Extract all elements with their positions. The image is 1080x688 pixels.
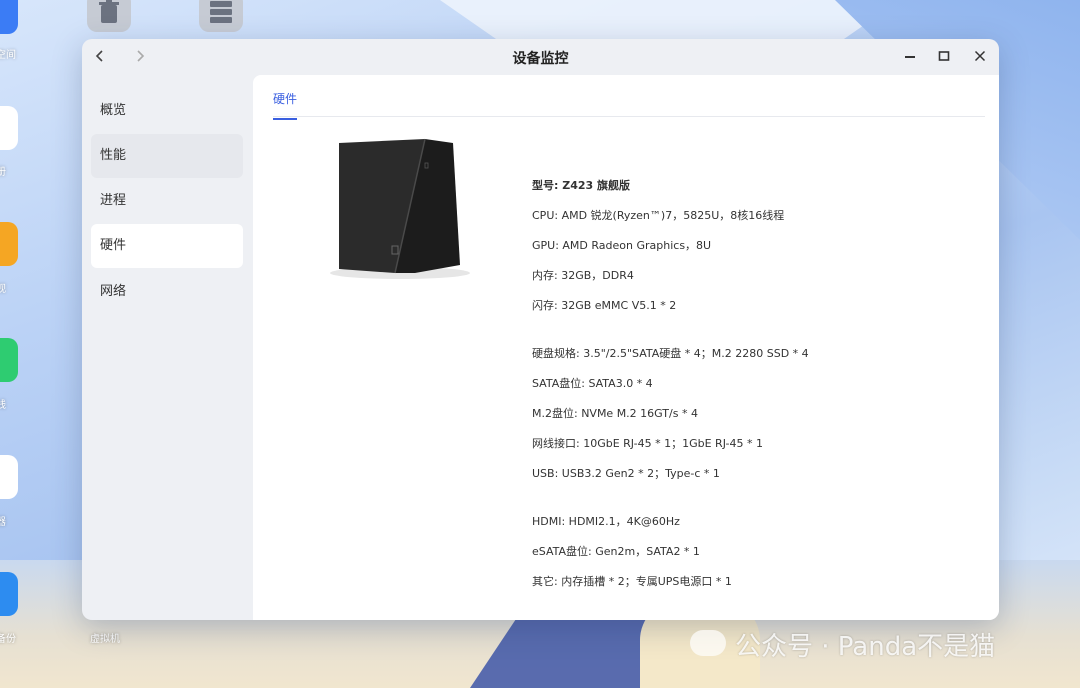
space-app-icon[interactable] <box>0 0 18 34</box>
desktop-label: 空间 <box>0 50 16 61</box>
sidebar-item-performance[interactable]: 性能 <box>91 134 243 178</box>
device-image <box>325 133 475 283</box>
desktop-label: 线 <box>0 400 6 411</box>
spec-usb: USB: USB3.2 Gen2 * 2；Type-c * 1 <box>532 467 720 480</box>
spec-gpu: GPU: AMD Radeon Graphics，8U <box>532 239 712 252</box>
video-app-icon[interactable] <box>0 222 18 266</box>
tab-bar: 硬件 <box>273 75 985 120</box>
spec-model: 型号: Z423 旗舰版 <box>532 179 630 192</box>
spec-cpu: CPU: AMD 锐龙(Ryzen™)7，5825U，8核16线程 <box>532 209 785 222</box>
backup-app-icon[interactable] <box>0 572 18 616</box>
desktop-label: 器 <box>0 517 6 528</box>
sidebar-item-network[interactable]: 网络 <box>91 270 243 314</box>
spec-hdmi: HDMI: HDMI2.1，4K@60Hz <box>532 515 680 528</box>
spec-esata: eSATA盘位: Gen2m，SATA2 * 1 <box>532 545 700 558</box>
spec-sata: SATA盘位: SATA3.0 * 4 <box>532 377 653 390</box>
sidebar-item-hardware[interactable]: 硬件 <box>91 224 243 268</box>
minimize-icon[interactable] <box>899 46 921 68</box>
wechat-icon <box>690 630 726 656</box>
spec-m2: M.2盘位: NVMe M.2 16GT/s * 4 <box>532 407 698 420</box>
spec-other: 其它: 内存插槽 * 2；专属UPS电源口 * 1 <box>532 575 732 588</box>
spec-memory: 内存: 32GB，DDR4 <box>532 269 634 282</box>
desktop-label: 册 <box>0 167 6 178</box>
hardware-panel: 硬件 型号: Z423 旗舰版 CPU: AMD 锐龙(Ryzen™)7，582… <box>253 75 999 620</box>
desktop-label: 备份 <box>0 634 16 645</box>
close-icon[interactable] <box>969 46 991 68</box>
server-icon[interactable] <box>199 0 243 32</box>
tab-hardware[interactable]: 硬件 <box>273 90 298 120</box>
maximize-icon[interactable] <box>933 46 955 68</box>
spec-flash: 闪存: 32GB eMMC V5.1 * 2 <box>532 299 677 312</box>
watermark: 公众号 · Panda不是猫 <box>735 632 996 662</box>
photos-app-icon[interactable] <box>0 106 18 150</box>
spec-network: 网线接口: 10GbE RJ-45 * 1；1GbE RJ-45 * 1 <box>532 437 764 450</box>
sidebar-item-processes[interactable]: 进程 <box>91 179 243 223</box>
sidebar: 概览 性能 进程 硬件 网络 <box>82 75 252 620</box>
device-monitor-window: 设备监控 概览 性能 进程 硬件 网络 硬件 型号: Z423 旗舰版 CPU:… <box>82 39 999 620</box>
vm-label: 虚拟机 <box>90 634 120 645</box>
player-app-icon[interactable] <box>0 455 18 499</box>
titlebar: 设备监控 <box>82 39 999 75</box>
sidebar-item-overview[interactable]: 概览 <box>91 89 243 133</box>
desktop-label: 视 <box>0 284 6 295</box>
window-title: 设备监控 <box>512 51 569 67</box>
download-app-icon[interactable] <box>0 338 18 382</box>
trash-icon[interactable] <box>87 0 131 32</box>
spec-disk: 硬盘规格: 3.5"/2.5"SATA硬盘 * 4；M.2 2280 SSD *… <box>532 347 809 360</box>
